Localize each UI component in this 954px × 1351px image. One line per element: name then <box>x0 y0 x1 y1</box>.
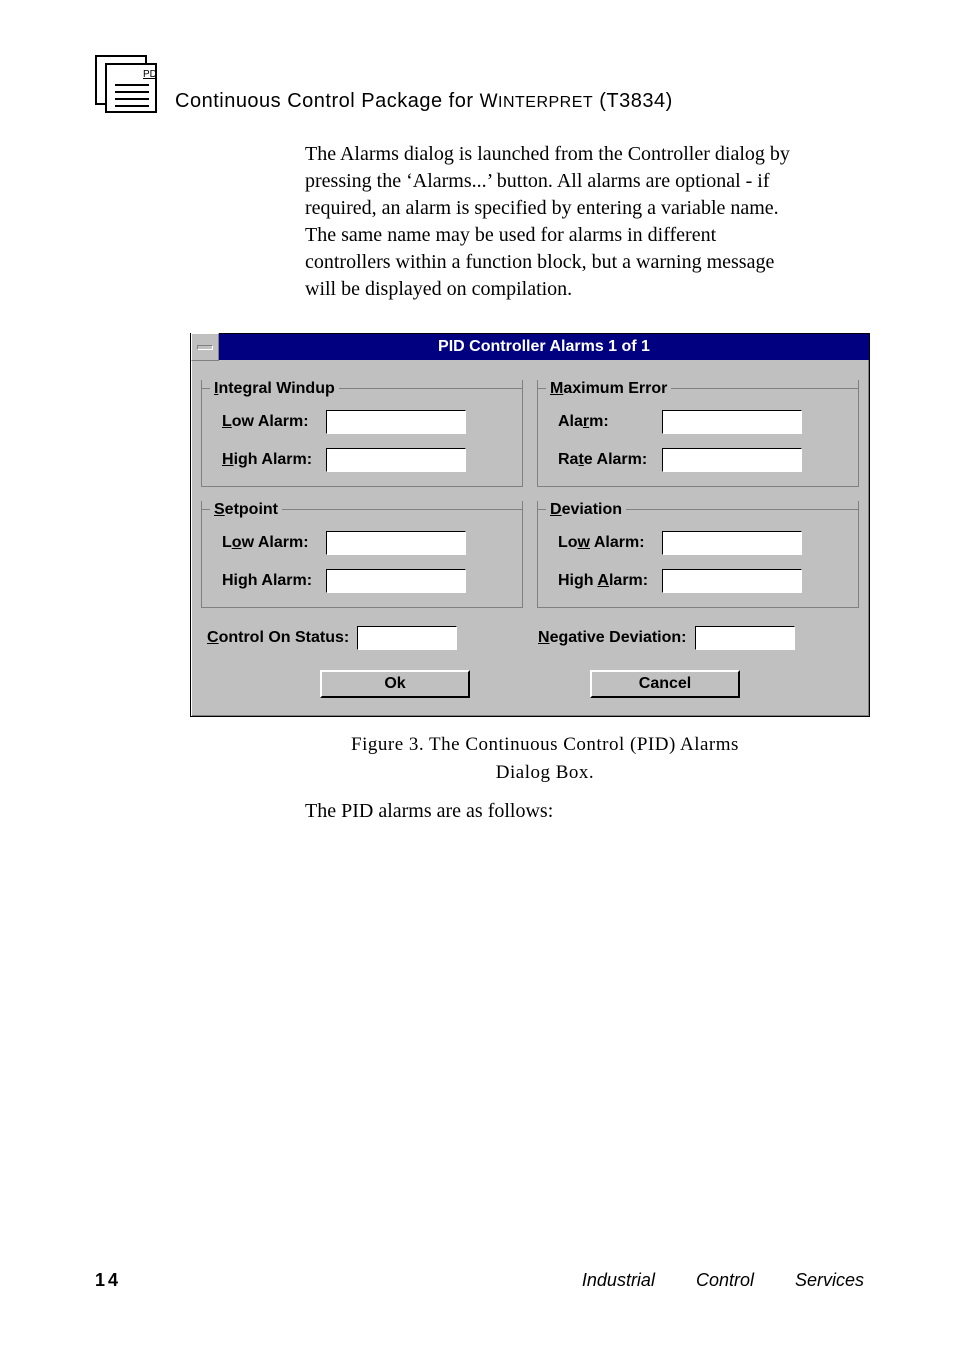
input-max-alarm[interactable] <box>662 410 802 434</box>
page-number: 14 <box>95 1270 121 1291</box>
input-setpoint-high[interactable] <box>326 569 466 593</box>
document-icon: PD <box>95 55 157 113</box>
svg-text:PD: PD <box>143 69 157 80</box>
dialog-titlebar: PID Controller Alarms 1 of 1 <box>191 334 869 360</box>
input-deviation-high[interactable] <box>662 569 802 593</box>
dialog-title: PID Controller Alarms 1 of 1 <box>219 338 869 356</box>
group-maximum-error: Maximum Error Alarm: Rate Alarm: <box>537 380 859 487</box>
input-rate-alarm[interactable] <box>662 448 802 472</box>
system-menu-icon[interactable] <box>191 333 219 361</box>
label-rate-alarm: Rate Alarm: <box>558 451 662 469</box>
label-max-alarm: Alarm: <box>558 413 662 431</box>
input-control-on-status[interactable] <box>357 626 457 650</box>
page-header: Continuous Control Package for WINTERPRE… <box>175 55 864 113</box>
label-setpoint-low: Low Alarm: <box>222 534 326 552</box>
ok-button[interactable]: Ok <box>320 670 470 698</box>
alarms-dialog: PID Controller Alarms 1 of 1 Integral Wi… <box>190 333 870 717</box>
input-setpoint-low[interactable] <box>326 531 466 555</box>
group-setpoint: Setpoint Low Alarm: High Alarm: <box>201 501 523 608</box>
followup-paragraph: The PID alarms are as follows: <box>305 800 864 823</box>
input-integral-high[interactable] <box>326 448 466 472</box>
label-control-on-status: Control On Status: <box>207 629 349 647</box>
label-integral-low: Low Alarm: <box>222 413 326 431</box>
label-integral-high: High Alarm: <box>222 451 326 469</box>
input-negative-deviation[interactable] <box>695 626 795 650</box>
footer-company: Industrial Control Services <box>582 1270 864 1291</box>
label-negative-deviation: Negative Deviation: <box>538 629 687 647</box>
intro-paragraph: The Alarms dialog is launched from the C… <box>305 141 805 303</box>
input-deviation-low[interactable] <box>662 531 802 555</box>
input-integral-low[interactable] <box>326 410 466 434</box>
group-legend-integral: Integral Windup <box>210 380 339 398</box>
label-deviation-low: Low Alarm: <box>558 534 662 552</box>
label-deviation-high: High Alarm: <box>558 572 662 590</box>
group-legend-deviation: Deviation <box>546 501 626 519</box>
group-legend-setpoint: Setpoint <box>210 501 282 519</box>
figure-caption: Figure 3. The Continuous Control (PID) A… <box>265 731 825 786</box>
cancel-button[interactable]: Cancel <box>590 670 740 698</box>
group-deviation: Deviation Low Alarm: High Alarm: <box>537 501 859 608</box>
label-setpoint-high: High Alarm: <box>222 572 326 590</box>
group-legend-max: Maximum Error <box>546 380 671 398</box>
group-integral-windup: Integral Windup Low Alarm: High Alarm: <box>201 380 523 487</box>
